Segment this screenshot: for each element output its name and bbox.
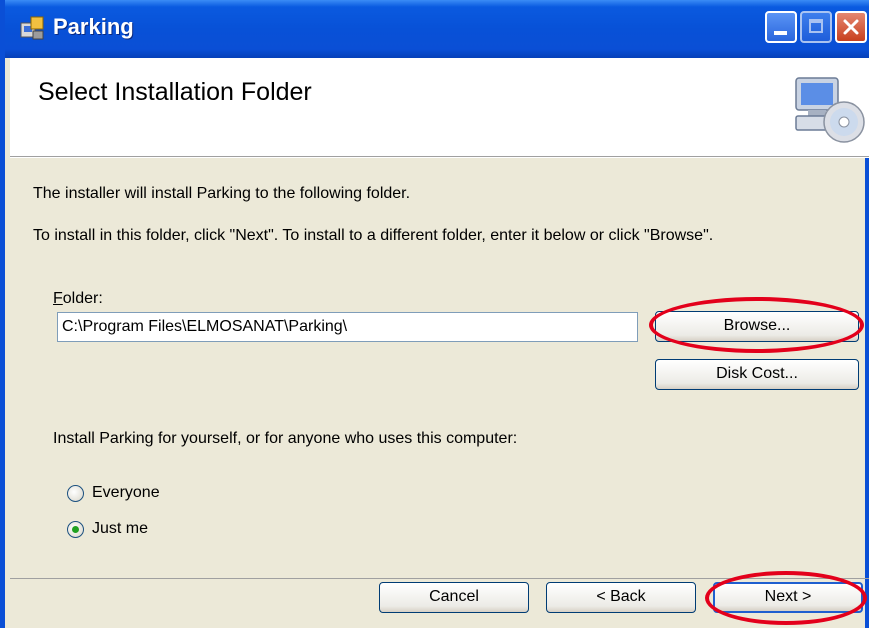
installer-app-icon <box>20 16 44 40</box>
radio-everyone-label: Everyone <box>92 484 160 501</box>
title-bar[interactable]: Parking <box>5 0 869 58</box>
footer-divider <box>10 578 869 579</box>
close-button[interactable] <box>835 11 867 43</box>
folder-path-input[interactable]: C:\Program Files\ELMOSANAT\Parking\ <box>57 312 638 342</box>
maximize-icon <box>809 19 823 33</box>
radio-selected-dot <box>72 526 79 533</box>
next-button[interactable]: Next > <box>713 582 863 613</box>
minimize-icon <box>774 31 787 35</box>
intro-text: The installer will install Parking to th… <box>33 185 411 202</box>
radio-just-me[interactable]: Just me <box>67 520 267 542</box>
maximize-button[interactable] <box>800 11 832 43</box>
install-scope-text: Install Parking for yourself, or for any… <box>53 430 518 447</box>
radio-just-me-circle[interactable] <box>67 521 84 538</box>
browse-button[interactable]: Browse... <box>655 311 859 342</box>
page-title: Select Installation Folder <box>38 78 312 106</box>
folder-label-text: Folder: <box>53 290 103 307</box>
cancel-button[interactable]: Cancel <box>379 582 529 613</box>
instructions-text: To install in this folder, click "Next".… <box>33 227 714 244</box>
minimize-button[interactable] <box>765 11 797 43</box>
radio-just-me-label: Just me <box>92 520 149 537</box>
close-icon <box>843 19 859 35</box>
radio-everyone-circle[interactable] <box>67 485 84 502</box>
installer-window: Parking Select Installation Folder The i… <box>0 0 869 628</box>
window-title: Parking <box>53 14 134 39</box>
radio-everyone[interactable]: Everyone <box>67 484 267 506</box>
disk-cost-button[interactable]: Disk Cost... <box>655 359 859 390</box>
page-header: Select Installation Folder <box>10 58 869 157</box>
computer-cd-icon <box>795 77 865 143</box>
back-button[interactable]: < Back <box>546 582 696 613</box>
folder-label: Folder: <box>53 290 103 308</box>
